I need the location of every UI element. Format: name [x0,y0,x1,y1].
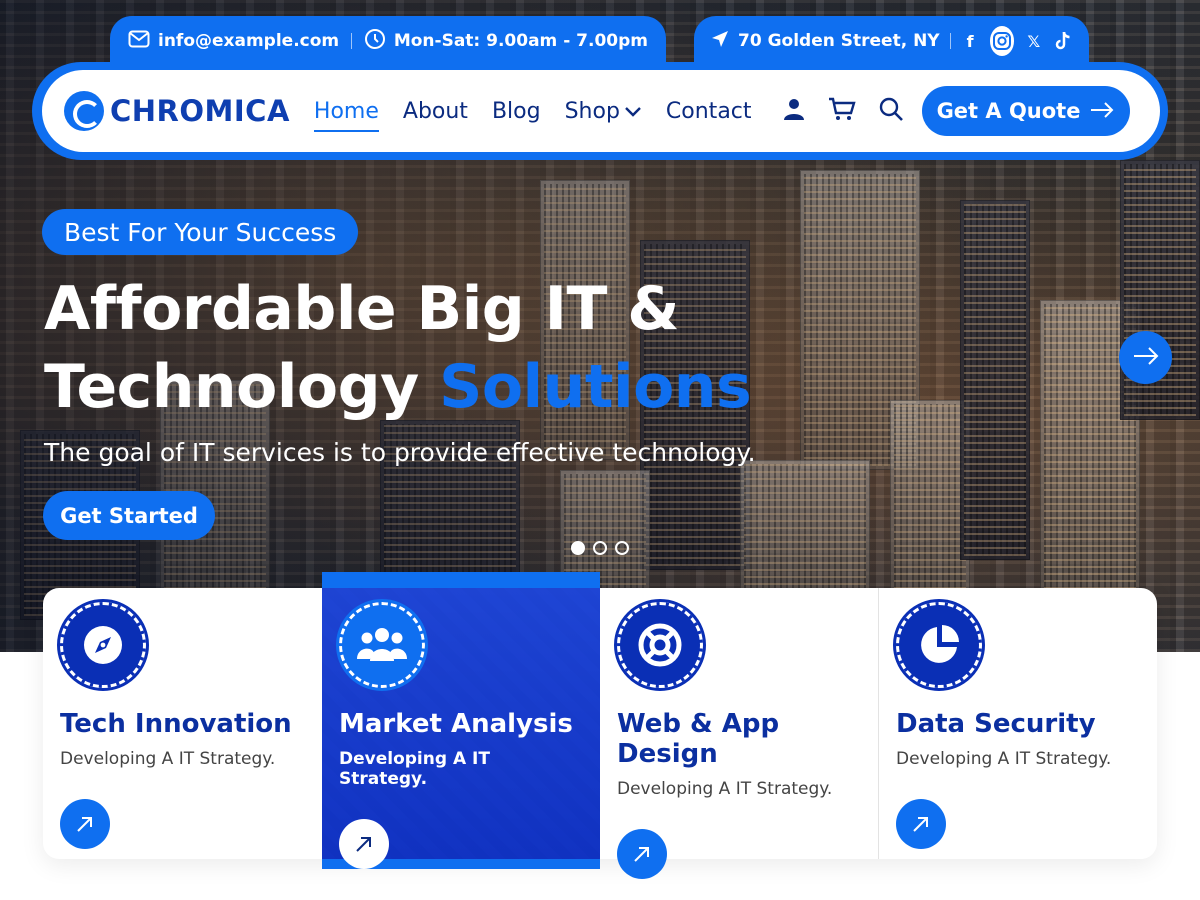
nav-item-shop[interactable]: Shop [565,99,642,124]
lifebuoy-icon [614,599,706,691]
address-item: 70 Golden Street, NY [710,29,940,54]
get-a-quote-label: Get A Quote [936,99,1081,123]
divider [351,33,352,49]
topbar-contact: info@example.com Mon-Sat: 9.00am - 7.00p… [110,16,666,66]
search-icon[interactable] [878,96,904,126]
nav-item-home[interactable]: Home [313,99,379,132]
topbar-address-social: 70 Golden Street, NY f 𝕏 [694,16,1089,66]
feature-card-tech-innovation[interactable]: Tech Innovation Developing A IT Strategy… [43,588,322,859]
location-arrow-icon [710,29,730,54]
nav-item-contact[interactable]: Contact [666,99,752,124]
menu: Home About Blog Shop Contact [313,99,752,132]
clock-icon [364,28,386,55]
hours-item: Mon-Sat: 9.00am - 7.00pm [364,28,648,55]
feature-desc: Developing A IT Strategy. [339,749,490,789]
arrow-right-icon [1090,99,1114,123]
feature-desc: Developing A IT Strategy. [617,779,833,799]
slider-dot-3[interactable] [615,541,629,555]
arrow-up-right-button[interactable] [60,799,110,849]
cart-icon[interactable] [828,96,856,126]
hero-headline: Affordable Big IT & Technology Solutions [44,270,752,426]
feature-desc: Developing A IT Strategy. [896,749,1112,769]
users-icon [336,599,428,691]
feature-cards: Tech Innovation Developing A IT Strategy… [43,572,1157,879]
address-text: 70 Golden Street, NY [738,31,940,51]
tiktok-icon[interactable] [1054,29,1073,53]
arrow-up-right-button[interactable] [617,829,667,879]
headline-line-2: Technology Solutions [44,348,752,426]
feature-desc: Developing A IT Strategy. [60,749,276,769]
nav-item-about[interactable]: About [403,99,468,124]
arrow-up-right-button[interactable] [896,799,946,849]
email-item[interactable]: info@example.com [128,30,339,53]
arrow-up-right-button[interactable] [339,819,389,869]
arrow-right-icon [1133,346,1159,369]
feature-title: Data Security [896,709,1096,739]
logo[interactable]: CHROMICA [64,91,290,131]
email-text: info@example.com [158,31,340,51]
hero-badge: Best For Your Success [42,209,359,255]
nav-icons [782,96,904,126]
feature-card-data-security[interactable]: Data Security Developing A IT Strategy. [879,588,1157,859]
nav-item-blog[interactable]: Blog [492,99,541,124]
instagram-icon[interactable] [989,26,1015,56]
feature-title: Market Analysis [339,709,573,739]
get-a-quote-button[interactable]: Get A Quote [921,86,1130,136]
divider [949,33,951,49]
headline-plain: Technology [44,352,419,422]
hours-text: Mon-Sat: 9.00am - 7.00pm [393,31,648,51]
headline-line-1: Affordable Big IT & [44,274,680,344]
pie-chart-icon [893,599,985,691]
chevron-down-icon [624,99,642,124]
slider-dots [571,541,629,555]
facebook-icon[interactable]: f [960,29,979,53]
hero-subtext: The goal of IT services is to provide ef… [44,438,756,467]
envelope-icon [128,30,150,53]
slider-dot-2[interactable] [593,541,607,555]
logo-text: CHROMICA [110,94,290,128]
feature-card-market-analysis[interactable]: Market Analysis Developing A IT Strategy… [322,572,600,869]
feature-title: Web & App Design [617,709,780,769]
headline-accent: Solutions [439,352,752,422]
feature-title: Tech Innovation [60,709,292,739]
logo-icon [64,91,104,131]
compass-icon [57,599,149,691]
nav-item-shop-label: Shop [564,98,620,124]
user-icon[interactable] [782,97,806,125]
x-icon[interactable]: 𝕏 [1024,29,1043,53]
slider-next-button[interactable] [1119,331,1172,384]
feature-card-web-app-design[interactable]: Web & App Design Developing A IT Strateg… [600,588,878,879]
get-started-button[interactable]: Get Started [43,491,215,540]
slider-dot-1[interactable] [571,541,585,555]
main-nav: CHROMICA Home About Blog Shop Contact Ge… [42,70,1160,152]
